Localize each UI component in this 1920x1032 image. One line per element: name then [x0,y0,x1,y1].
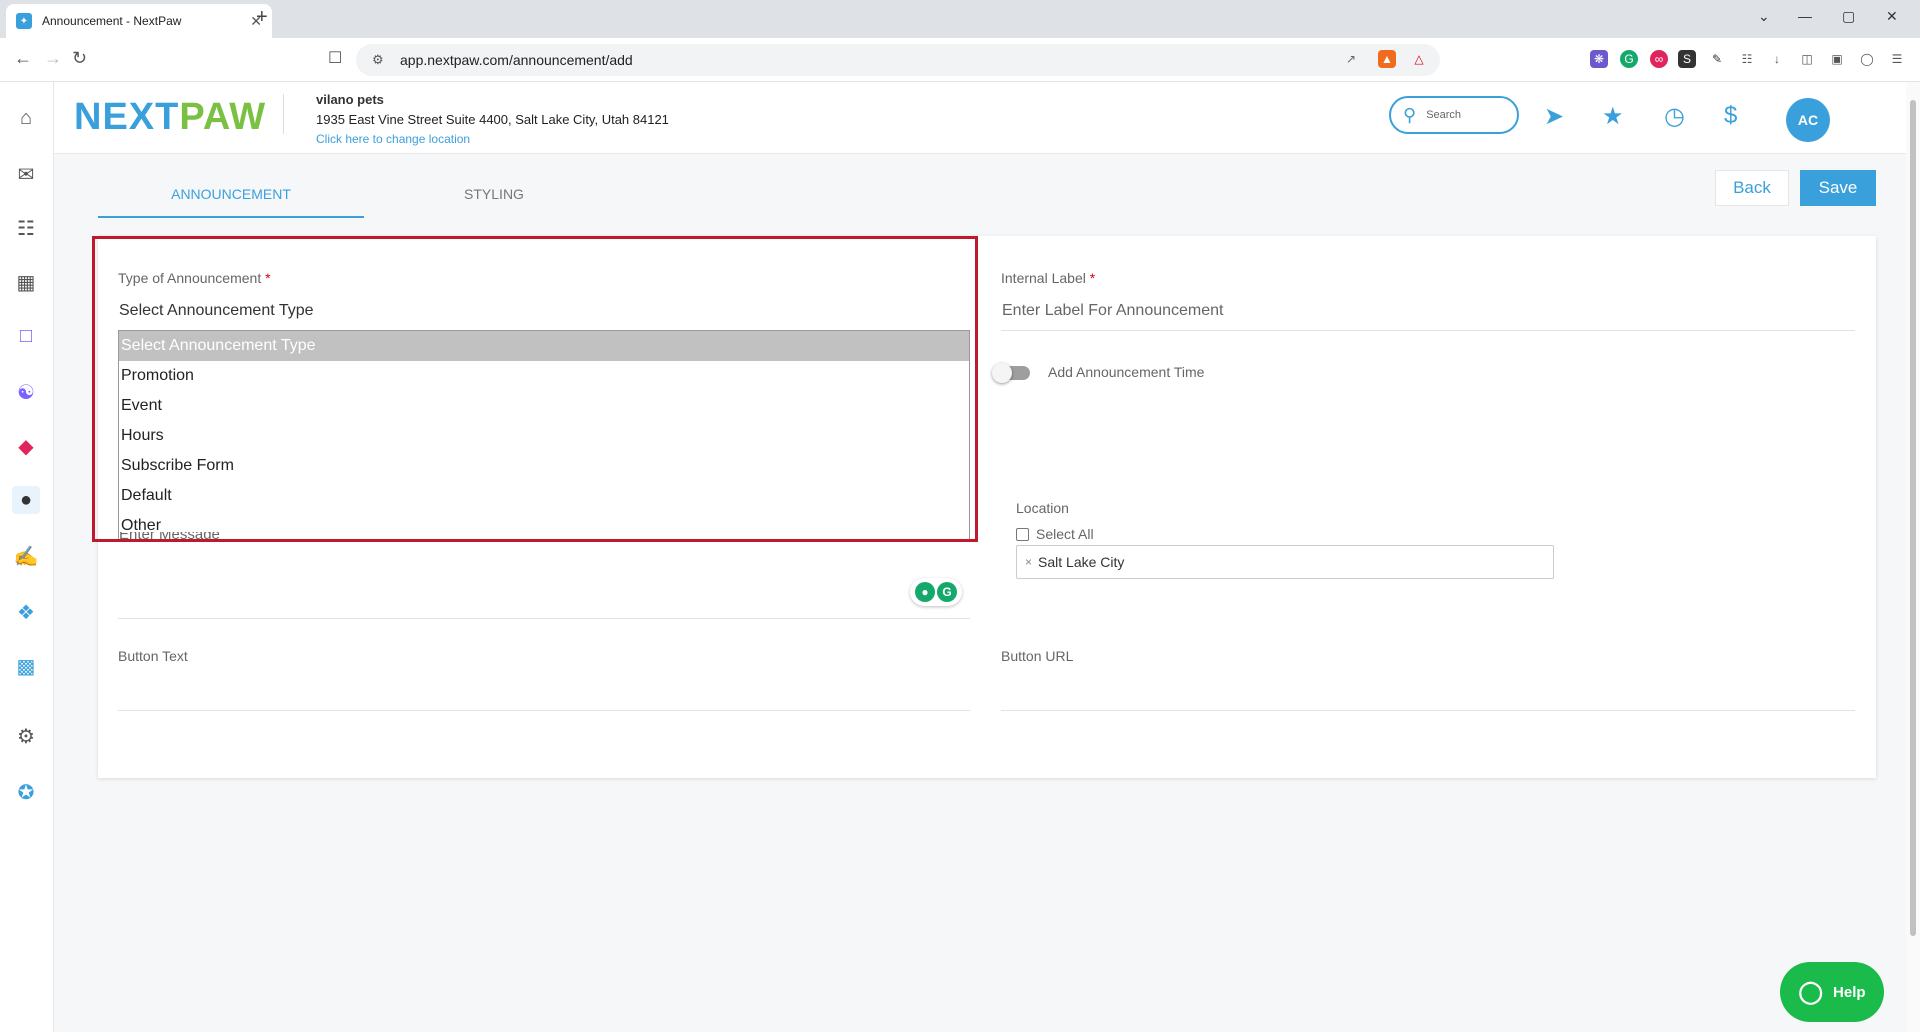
grammarly-widget[interactable]: ● G [910,578,962,606]
change-location-link[interactable]: Click here to change location [316,132,470,146]
button-text-label: Button Text [118,648,188,664]
search-icon: ⚲ [1403,104,1417,125]
business-address: 1935 East Vine Street Suite 4400, Salt L… [316,112,669,127]
forward-arrow-icon[interactable]: → [44,48,62,69]
send-icon[interactable]: ➤ [1544,102,1564,131]
billing-icon[interactable]: $ [1724,102,1737,130]
url-text: app.nextpaw.com/announcement/add [400,52,633,68]
toggle-knob [992,363,1012,383]
extension-2-icon[interactable]: ∞ [1650,50,1668,68]
rewards-gift-icon[interactable]: ❖ [12,598,40,626]
sidebar-toggle-icon[interactable]: ◫ [1798,50,1816,68]
browser-tab-title: Announcement - NextPaw [42,14,182,28]
help-label: Help [1833,983,1866,1001]
tab-announcement[interactable]: ANNOUNCEMENT [98,176,364,218]
announcement-mic-icon[interactable]: ● [12,486,40,514]
history-clock-icon[interactable]: ◷ [1664,102,1685,131]
suggestion-bulb-icon[interactable]: ● [915,582,935,602]
select-all-checkbox[interactable] [1016,528,1029,541]
internal-label-label: Internal Label * [1001,270,1096,286]
remove-tag-icon[interactable]: × [1025,555,1032,569]
browser-menu-icon[interactable]: ☰ [1888,50,1906,68]
help-button[interactable]: ◯ Help [1780,962,1884,1022]
announcement-tabs: ANNOUNCEMENT STYLING [98,176,698,218]
button-text-input[interactable] [118,710,970,711]
highlight-box [92,236,978,542]
chat-icon[interactable]: ✉ [12,160,40,188]
help-chat-icon: ◯ [1798,979,1824,1004]
announcement-time-toggle[interactable] [992,363,1030,383]
minimize-button[interactable]: — [1798,8,1812,24]
tab-list-icon[interactable]: ⌄ [1758,8,1770,25]
nextpaw-favicon-icon: ✦ [16,13,32,29]
engagement-icon[interactable]: ★ [1602,102,1624,131]
analytics-building-icon[interactable]: ▦ [12,268,40,296]
site-info-icon[interactable]: ⚙ [372,52,384,68]
browser-tab-bar: ✦ Announcement - NextPaw ✕ + ⌄ — ▢ ✕ [0,0,1920,38]
location-select[interactable]: × Salt Lake City [1016,545,1554,579]
location-tag: Salt Lake City [1038,554,1125,570]
pets-icon[interactable]: ☯ [12,378,40,406]
header-search[interactable]: ⚲ Search [1389,96,1519,134]
extension-1-icon[interactable]: ❋ [1590,50,1608,68]
browser-tab[interactable]: ✦ Announcement - NextPaw ✕ [6,4,272,38]
brave-shield-icon[interactable]: ▲ [1378,50,1396,68]
address-bar[interactable]: ⚙ app.nextpaw.com/announcement/add [356,44,1440,76]
save-button[interactable]: Save [1800,170,1876,206]
reports-chart-icon[interactable]: ▩ [12,652,40,680]
download-icon[interactable]: ↓ [1768,50,1786,68]
settings-icon[interactable]: ⚙ [12,722,40,750]
tags-icon[interactable]: ◆ [12,432,40,460]
reload-icon[interactable]: ↻ [72,48,87,69]
scrollbar-thumb[interactable] [1910,100,1916,936]
back-button[interactable]: Back [1715,170,1789,206]
select-all-label: Select All [1036,526,1094,542]
internal-label-underline [1001,330,1855,331]
tab-styling[interactable]: STYLING [364,176,624,218]
business-name: vilano pets [316,92,384,107]
brave-rewards-icon[interactable]: △ [1410,50,1428,68]
badge-icon[interactable]: ✪ [12,778,40,806]
wallet-icon[interactable]: ▣ [1828,50,1846,68]
grammarly-icon[interactable]: G [937,582,957,602]
app-header: NEXTPAW vilano pets 1935 East Vine Stree… [54,82,1910,154]
search-placeholder: Search [1426,109,1462,121]
extensions-puzzle-icon[interactable]: ☷ [1738,50,1756,68]
extension-s-icon[interactable]: S [1678,50,1696,68]
button-url-input[interactable] [1001,710,1855,711]
bookmark-icon[interactable]: ☐ [328,48,342,68]
home-icon[interactable]: ⌂ [12,104,40,132]
user-avatar[interactable]: AC [1786,98,1830,142]
location-label: Location [1016,500,1069,516]
button-url-label: Button URL [1001,648,1074,664]
internal-label-input[interactable]: Enter Label For Announcement [1002,302,1223,320]
eyedropper-icon[interactable]: ✎ [1708,50,1726,68]
campaign-icon[interactable]: □ [12,322,40,350]
vpn-shield-icon[interactable]: ◯ [1858,50,1876,68]
header-divider [283,94,284,134]
message-underline [118,618,970,619]
contacts-icon[interactable]: ☷ [12,214,40,242]
nextpaw-logo[interactable]: NEXTPAW [74,96,266,139]
new-tab-button[interactable]: + [256,6,268,29]
app-sidebar: ⌂ ✉ ☷ ▦ □ ☯ ◆ ● ✍ ❖ ▩ ⚙ ✪ [0,82,54,1032]
page-scrollbar[interactable] [1906,82,1920,1032]
share-icon[interactable]: ↗ [1342,50,1360,68]
browser-toolbar: ← → ↻ ☐ ⚙ app.nextpaw.com/announcement/a… [0,38,1920,82]
announcement-time-label: Add Announcement Time [1048,364,1205,380]
maximize-button[interactable]: ▢ [1842,8,1855,25]
window-close-button[interactable]: ✕ [1886,8,1898,25]
reviews-pen-icon[interactable]: ✍ [12,542,40,570]
grammarly-extension-icon[interactable]: G [1620,50,1638,68]
back-arrow-icon[interactable]: ← [14,48,32,69]
